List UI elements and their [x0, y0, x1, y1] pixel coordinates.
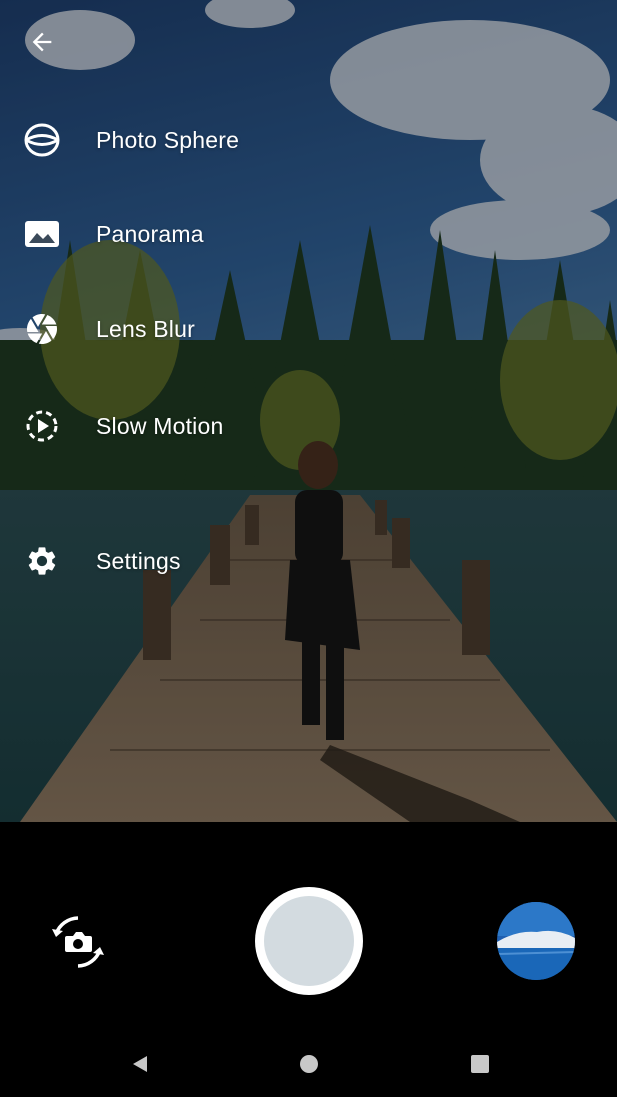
gear-icon — [22, 541, 62, 581]
menu-item-settings[interactable]: Settings — [0, 531, 360, 591]
nav-back-button[interactable] — [122, 1046, 158, 1082]
menu-back-button[interactable] — [22, 24, 62, 60]
arrow-back-icon — [32, 32, 52, 52]
panorama-icon — [22, 214, 62, 254]
lens-blur-icon — [22, 309, 62, 349]
nav-back-icon — [133, 1056, 147, 1072]
menu-item-label: Slow Motion — [96, 412, 224, 439]
photo-sphere-icon — [22, 120, 62, 160]
thumbnail-image — [497, 902, 575, 980]
slow-motion-icon — [22, 406, 62, 446]
shutter-inner — [264, 896, 354, 986]
menu-item-label: Photo Sphere — [96, 126, 240, 153]
nav-home-icon — [300, 1055, 318, 1073]
menu-item-photo-sphere[interactable]: Photo Sphere — [0, 110, 360, 170]
menu-item-label: Lens Blur — [96, 315, 195, 342]
system-navigation-bar — [0, 1032, 617, 1097]
shutter-button[interactable] — [255, 887, 363, 995]
last-photo-thumbnail[interactable] — [497, 902, 575, 980]
nav-home-button[interactable] — [291, 1046, 327, 1082]
switch-camera-button[interactable] — [46, 910, 110, 974]
camera-controls-bar — [0, 822, 617, 1032]
menu-item-lens-blur[interactable]: Lens Blur — [0, 299, 360, 359]
switch-camera-icon — [52, 916, 104, 968]
menu-item-label: Settings — [96, 547, 181, 574]
menu-item-slow-motion[interactable]: Slow Motion — [0, 396, 360, 456]
menu-item-panorama[interactable]: Panorama — [0, 204, 360, 264]
nav-recents-icon — [471, 1055, 489, 1073]
nav-recents-button[interactable] — [462, 1046, 498, 1082]
menu-item-label: Panorama — [96, 220, 204, 247]
